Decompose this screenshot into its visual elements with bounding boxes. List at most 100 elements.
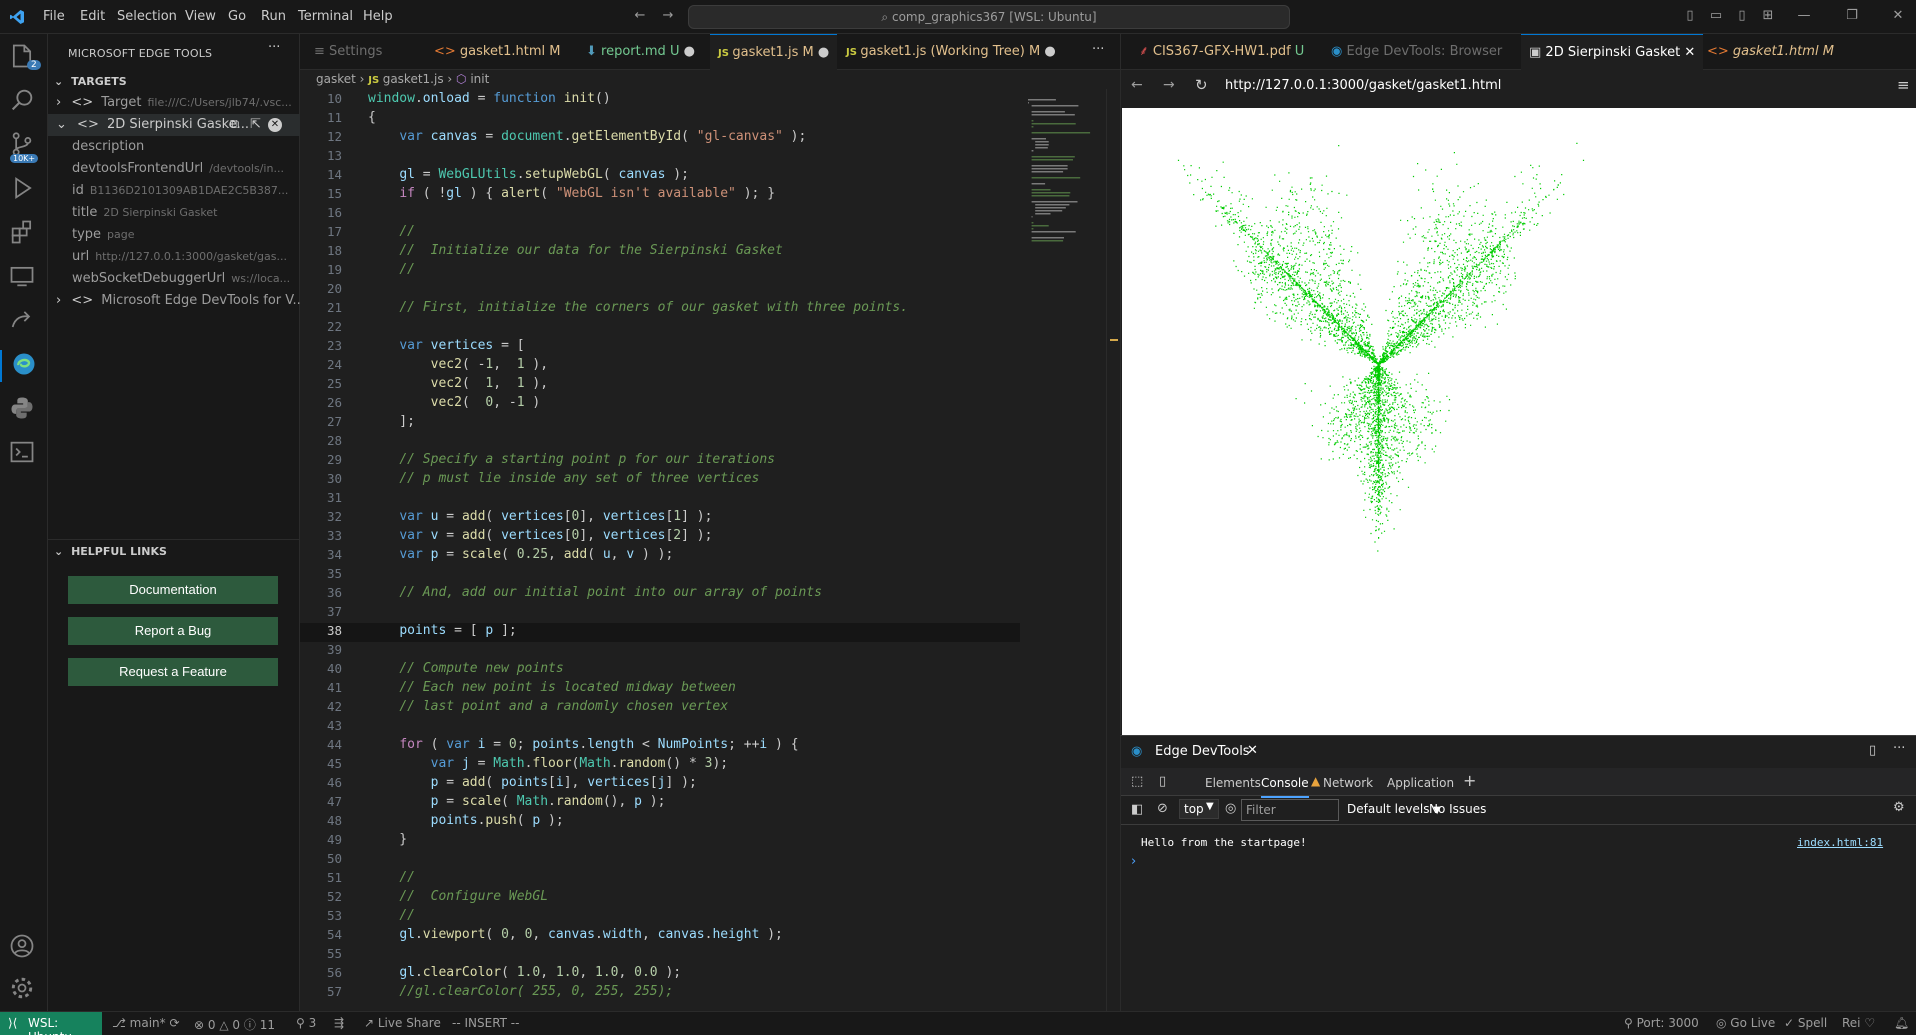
documentation-button[interactable]: Documentation [68,576,278,604]
code-line[interactable]: 54 gl.viewport( 0, 0, canvas.width, canv… [300,927,1020,946]
customize-layout-icon[interactable]: ⊞ [1760,8,1776,24]
spell-status[interactable]: ✓ Spell [1784,1016,1827,1030]
code-line[interactable]: 37 [300,604,1020,623]
tab-edge-devtools-browser[interactable]: ◉ Edge DevTools: Browser [1323,34,1510,70]
code-line[interactable]: 27 ]; [300,414,1020,433]
console-filter-input[interactable]: Filter [1241,799,1339,821]
code-line[interactable]: 45 var j = Math.floor(Math.random() * 3)… [300,756,1020,775]
code-line[interactable]: 21 // First, initialize the corners of o… [300,300,1020,319]
target-row-devtools[interactable]: › <> Microsoft Edge DevTools for V... [48,290,300,312]
context-select[interactable]: top ▼ [1179,799,1219,819]
remote-indicator[interactable]: ⟩⟨ WSL: Ubuntu [0,1012,102,1035]
url-bar[interactable]: http://127.0.0.1:3000/gasket/gasket1.htm… [1221,74,1881,98]
live-share-icon[interactable] [8,306,40,338]
port-status[interactable]: ⚲ Port: 3000 [1624,1016,1699,1030]
more-actions-icon[interactable]: ··· [268,40,280,55]
more-actions-icon[interactable]: ··· [1092,42,1104,57]
tab-cis367-pdf[interactable]: ⸙ CIS367-GFX-HW1.pdf U [1131,34,1312,70]
terminal-icon[interactable] [8,438,40,470]
remote-explorer-icon[interactable] [8,262,40,294]
code-line[interactable]: 42 // last point and a randomly chosen v… [300,699,1020,718]
menu-edit[interactable]: Edit [80,9,105,24]
target-row[interactable]: › <> Target file:///C:/Users/jlb74/.vsc..… [48,92,300,114]
source-control-icon[interactable]: 10K+ [8,130,40,163]
code-line[interactable]: 53 // [300,908,1020,927]
open-external-icon[interactable]: ⇱ [250,114,261,136]
code-line[interactable]: 19 // [300,262,1020,281]
helpful-links-header[interactable]: ⌄ HELPFUL LINKS [48,545,167,558]
breadcrumb-folder[interactable]: gasket [316,72,356,86]
close-tab-icon[interactable]: ✕ [1684,45,1695,60]
menu-terminal[interactable]: Terminal [298,9,353,24]
breadcrumb-file[interactable]: gasket1.js [383,72,444,86]
search-icon[interactable] [8,86,40,118]
device-emulation-icon[interactable]: ▯ [1159,774,1166,789]
menu-help[interactable]: Help [363,9,393,24]
go-live-status[interactable]: ◎ Go Live [1716,1016,1775,1030]
code-line[interactable]: 23 var vertices = [ [300,338,1020,357]
run-icon[interactable]: ⇶ [334,1016,344,1030]
code-line[interactable]: 40 // Compute new points [300,661,1020,680]
close-target-icon[interactable]: ✕ [268,118,282,132]
live-share-status[interactable]: ↗ Live Share [364,1016,441,1030]
console-settings-gear-icon[interactable]: ⚙ [1893,800,1905,815]
menu-go[interactable]: Go [228,9,246,24]
command-center[interactable]: ⌕ comp_graphics367 [WSL: Ubuntu] [688,5,1290,29]
code-line[interactable]: 20 [300,281,1020,300]
code-line[interactable]: 24 vec2( -1, 1 ), [300,357,1020,376]
devtools-tab-network[interactable]: Network [1323,776,1373,790]
code-line[interactable]: 34 var p = scale( 0.25, add( u, v ) ); [300,547,1020,566]
extensions-icon[interactable] [8,218,40,250]
editor-scrollbar[interactable] [1106,89,1120,1011]
code-line[interactable]: 14 gl = WebGLUtils.setupWebGL( canvas ); [300,167,1020,186]
code-line[interactable]: 50 [300,851,1020,870]
code-line[interactable]: 17 // [300,224,1020,243]
code-line[interactable]: 12 var canvas = document.getElementById(… [300,129,1020,148]
request-feature-button[interactable]: Request a Feature [68,658,278,686]
minimap[interactable] [1022,89,1106,269]
run-debug-icon[interactable] [8,174,40,206]
code-line[interactable]: 52 // Configure WebGL [300,889,1020,908]
code-line[interactable]: 55 [300,946,1020,965]
code-line[interactable]: 15 if ( !gl ) { alert( "WebGL isn't avai… [300,186,1020,205]
code-line[interactable]: 25 vec2( 1, 1 ), [300,376,1020,395]
sidebar-toggle-icon[interactable]: ◧ [1131,802,1143,817]
code-line[interactable]: 57 //gl.clearColor( 255, 0, 255, 255); [300,984,1020,1003]
screencast-icon[interactable]: ⧉ [230,114,239,136]
console-message-source-link[interactable]: index.html:81 [1797,836,1883,849]
tab-gasket1-html-preview[interactable]: <> gasket1.html M [1699,34,1842,70]
toggle-sidebar-icon[interactable]: ▯ [1682,8,1698,24]
code-line[interactable]: 56 gl.clearColor( 1.0, 1.0, 1.0, 0.0 ); [300,965,1020,984]
git-branch-status[interactable]: ⎇ main* ⟳ [112,1016,180,1030]
code-line[interactable]: 31 [300,490,1020,509]
python-icon[interactable] [8,394,40,426]
tab-settings[interactable]: ≡ Settings [306,34,390,70]
code-line[interactable]: 43 [300,718,1020,737]
code-line[interactable]: 39 [300,642,1020,661]
add-tab-icon[interactable]: + [1463,771,1476,790]
toggle-secondary-sidebar-icon[interactable]: ▯ [1734,8,1750,24]
restore-icon[interactable]: ❐ [1844,8,1860,24]
explorer-icon[interactable]: 2 [8,42,41,74]
menu-file[interactable]: File [43,9,65,24]
targets-section-header[interactable]: ⌄ TARGETS [48,75,127,88]
code-line[interactable]: 38 points = [ p ]; [300,623,1020,642]
tab-gasket1-js-working-tree[interactable]: JS gasket1.js (Working Tree) M ● [838,34,1064,70]
menu-run[interactable]: Run [261,9,286,24]
back-arrow-icon[interactable]: ← [632,8,648,24]
problems-status[interactable]: ⊗ 0 △ 0 ⓘ 11 [194,1016,275,1033]
user-status[interactable]: Rei ♡ [1842,1016,1875,1030]
console-prompt-icon[interactable]: › [1131,854,1136,869]
edge-tools-icon[interactable] [0,350,48,382]
more-actions-icon[interactable]: ··· [1893,741,1905,756]
close-window-icon[interactable]: ✕ [1890,8,1906,24]
clear-console-icon[interactable]: ⊘ [1157,801,1168,816]
code-line[interactable]: 22 [300,319,1020,338]
menu-view[interactable]: View [185,9,216,24]
live-expression-eye-icon[interactable]: ◎ [1225,801,1236,816]
code-line[interactable]: 51 // [300,870,1020,889]
tab-report-md[interactable]: ⬇ report.md U ● [578,34,703,70]
menu-selection[interactable]: Selection [117,9,177,24]
webgl-canvas-viewport[interactable] [1122,108,1916,735]
devtools-tab-console[interactable]: Console [1261,776,1309,798]
